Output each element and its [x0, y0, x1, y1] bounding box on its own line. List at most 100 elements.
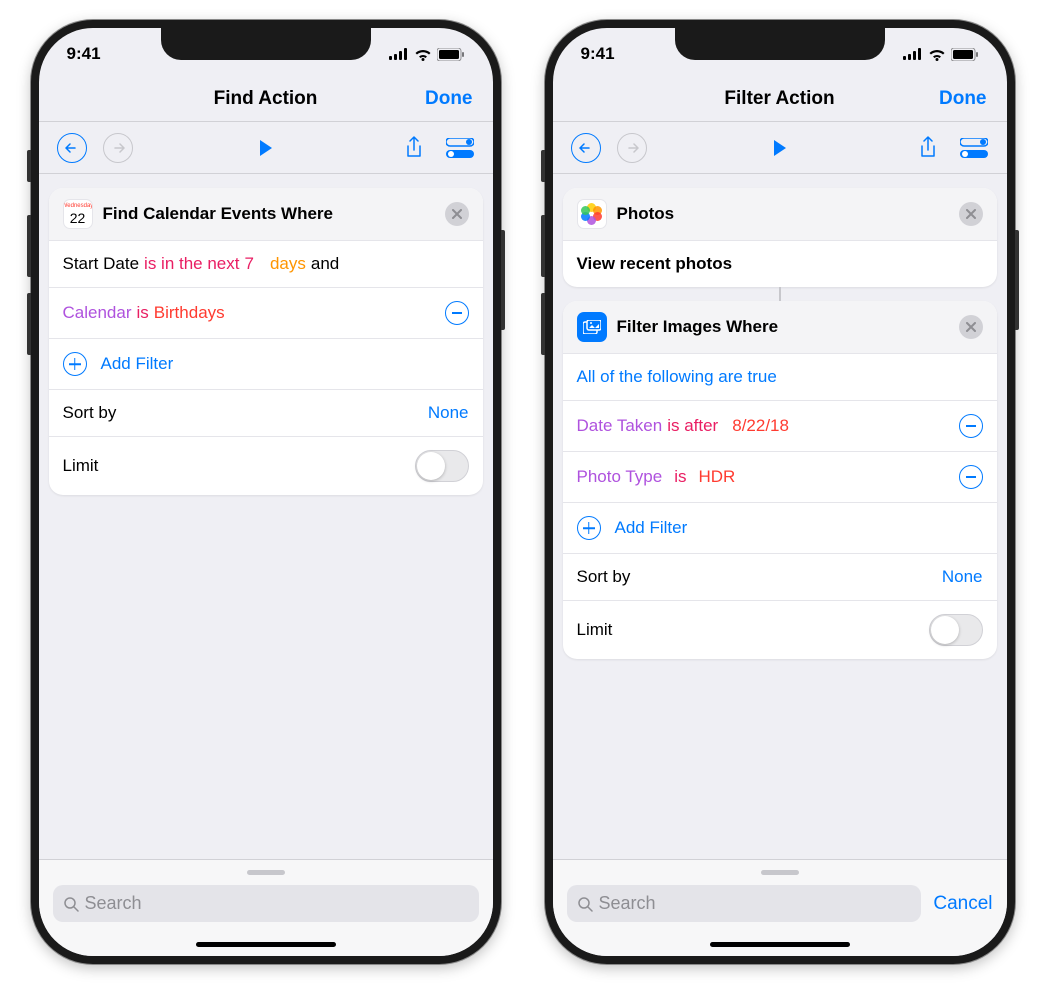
search-placeholder: Search: [85, 893, 142, 914]
remove-filter-button[interactable]: [959, 465, 983, 489]
add-filter-row[interactable]: Add Filter: [49, 338, 483, 389]
condition-header-row[interactable]: All of the following are true: [563, 353, 997, 400]
card-header: Photos: [563, 188, 997, 240]
search-placeholder: Search: [599, 893, 656, 914]
play-button[interactable]: [765, 133, 795, 163]
status-time: 9:41: [581, 44, 615, 64]
images-icon: [583, 320, 601, 334]
plus-icon: [577, 516, 601, 540]
filter-field: Start Date: [63, 254, 140, 274]
filter-field: Date Taken: [577, 416, 663, 436]
card-close-button[interactable]: [445, 202, 469, 226]
photos-card: Photos View recent photos: [563, 188, 997, 287]
notch: [675, 28, 885, 60]
search-input[interactable]: Search: [567, 885, 922, 922]
remove-filter-button[interactable]: [959, 414, 983, 438]
done-button[interactable]: Done: [939, 88, 987, 110]
page-title: Find Action: [214, 88, 318, 110]
undo-icon: [65, 143, 79, 153]
drag-handle[interactable]: [247, 870, 285, 875]
drag-handle[interactable]: [761, 870, 799, 875]
redo-icon: [111, 143, 125, 153]
filter-value: 7: [245, 254, 254, 274]
redo-button: [617, 133, 647, 163]
cancel-button[interactable]: Cancel: [933, 893, 992, 915]
filter-images-icon: [577, 312, 607, 342]
settings-toggle[interactable]: [959, 133, 989, 163]
search-icon: [63, 896, 79, 912]
filter-row-1[interactable]: Date Taken is after 8/22/18: [563, 400, 997, 451]
sort-label: Sort by: [63, 403, 117, 423]
sort-label: Sort by: [577, 567, 631, 587]
filter-op: is after: [667, 416, 718, 436]
home-indicator[interactable]: [196, 942, 336, 947]
filter-value: HDR: [698, 467, 735, 487]
filter-op: is: [674, 467, 686, 487]
undo-button[interactable]: [57, 133, 87, 163]
add-filter-row[interactable]: Add Filter: [563, 502, 997, 553]
toggles-icon: [960, 138, 988, 158]
nav-bar: Find Action Done: [39, 76, 493, 122]
limit-label: Limit: [577, 620, 613, 640]
share-button[interactable]: [399, 133, 429, 163]
phone-left: 9:41 Find Action Done: [31, 20, 501, 964]
filter-field: Photo Type: [577, 467, 663, 487]
nav-bar: Filter Action Done: [553, 76, 1007, 122]
limit-toggle[interactable]: [415, 450, 469, 482]
editor-toolbar: [39, 122, 493, 174]
home-indicator[interactable]: [710, 942, 850, 947]
play-icon: [772, 139, 788, 157]
play-button[interactable]: [251, 133, 281, 163]
battery-icon: [437, 48, 465, 61]
battery-icon: [951, 48, 979, 61]
limit-toggle[interactable]: [929, 614, 983, 646]
settings-toggle[interactable]: [445, 133, 475, 163]
filter-conj: and: [311, 254, 339, 274]
play-icon: [258, 139, 274, 157]
add-filter-label: Add Filter: [101, 354, 174, 374]
close-icon: [452, 209, 462, 219]
wifi-icon: [414, 48, 432, 61]
sort-row[interactable]: Sort by None: [563, 553, 997, 600]
close-icon: [966, 209, 976, 219]
card-close-button[interactable]: [959, 315, 983, 339]
search-input[interactable]: Search: [53, 885, 479, 922]
filter-row-2[interactable]: Calendar is Birthdays: [49, 287, 483, 338]
cellular-icon: [389, 48, 409, 60]
status-time: 9:41: [67, 44, 101, 64]
filter-op: is in the next: [144, 254, 239, 274]
filter-images-card: Filter Images Where All of the following…: [563, 301, 997, 659]
share-icon: [405, 136, 423, 160]
wifi-icon: [928, 48, 946, 61]
limit-row: Limit: [49, 436, 483, 495]
calendar-icon: Wednesday 22: [63, 199, 93, 229]
card-close-button[interactable]: [959, 202, 983, 226]
photos-subtitle-row[interactable]: View recent photos: [563, 240, 997, 287]
filter-field: Calendar: [63, 303, 132, 323]
card-title: Filter Images Where: [617, 317, 949, 337]
card-title: Photos: [617, 204, 949, 224]
editor-toolbar: [553, 122, 1007, 174]
connector: [779, 287, 781, 301]
limit-label: Limit: [63, 456, 99, 476]
undo-icon: [579, 143, 593, 153]
photos-subtitle: View recent photos: [577, 254, 733, 274]
done-button[interactable]: Done: [425, 88, 473, 110]
sort-value: None: [942, 567, 983, 587]
undo-button[interactable]: [571, 133, 601, 163]
filter-row-2[interactable]: Photo Type is HDR: [563, 451, 997, 502]
share-button[interactable]: [913, 133, 943, 163]
sort-row[interactable]: Sort by None: [49, 389, 483, 436]
notch: [161, 28, 371, 60]
share-icon: [919, 136, 937, 160]
close-icon: [966, 322, 976, 332]
filter-row-1[interactable]: Start Date is in the next 7 days and: [49, 240, 483, 287]
find-calendar-card: Wednesday 22 Find Calendar Events Where …: [49, 188, 483, 495]
page-title: Filter Action: [724, 88, 834, 110]
add-filter-label: Add Filter: [615, 518, 688, 538]
card-header: Wednesday 22 Find Calendar Events Where: [49, 188, 483, 240]
plus-icon: [63, 352, 87, 376]
sort-value: None: [428, 403, 469, 423]
filter-value: Birthdays: [154, 303, 225, 323]
remove-filter-button[interactable]: [445, 301, 469, 325]
